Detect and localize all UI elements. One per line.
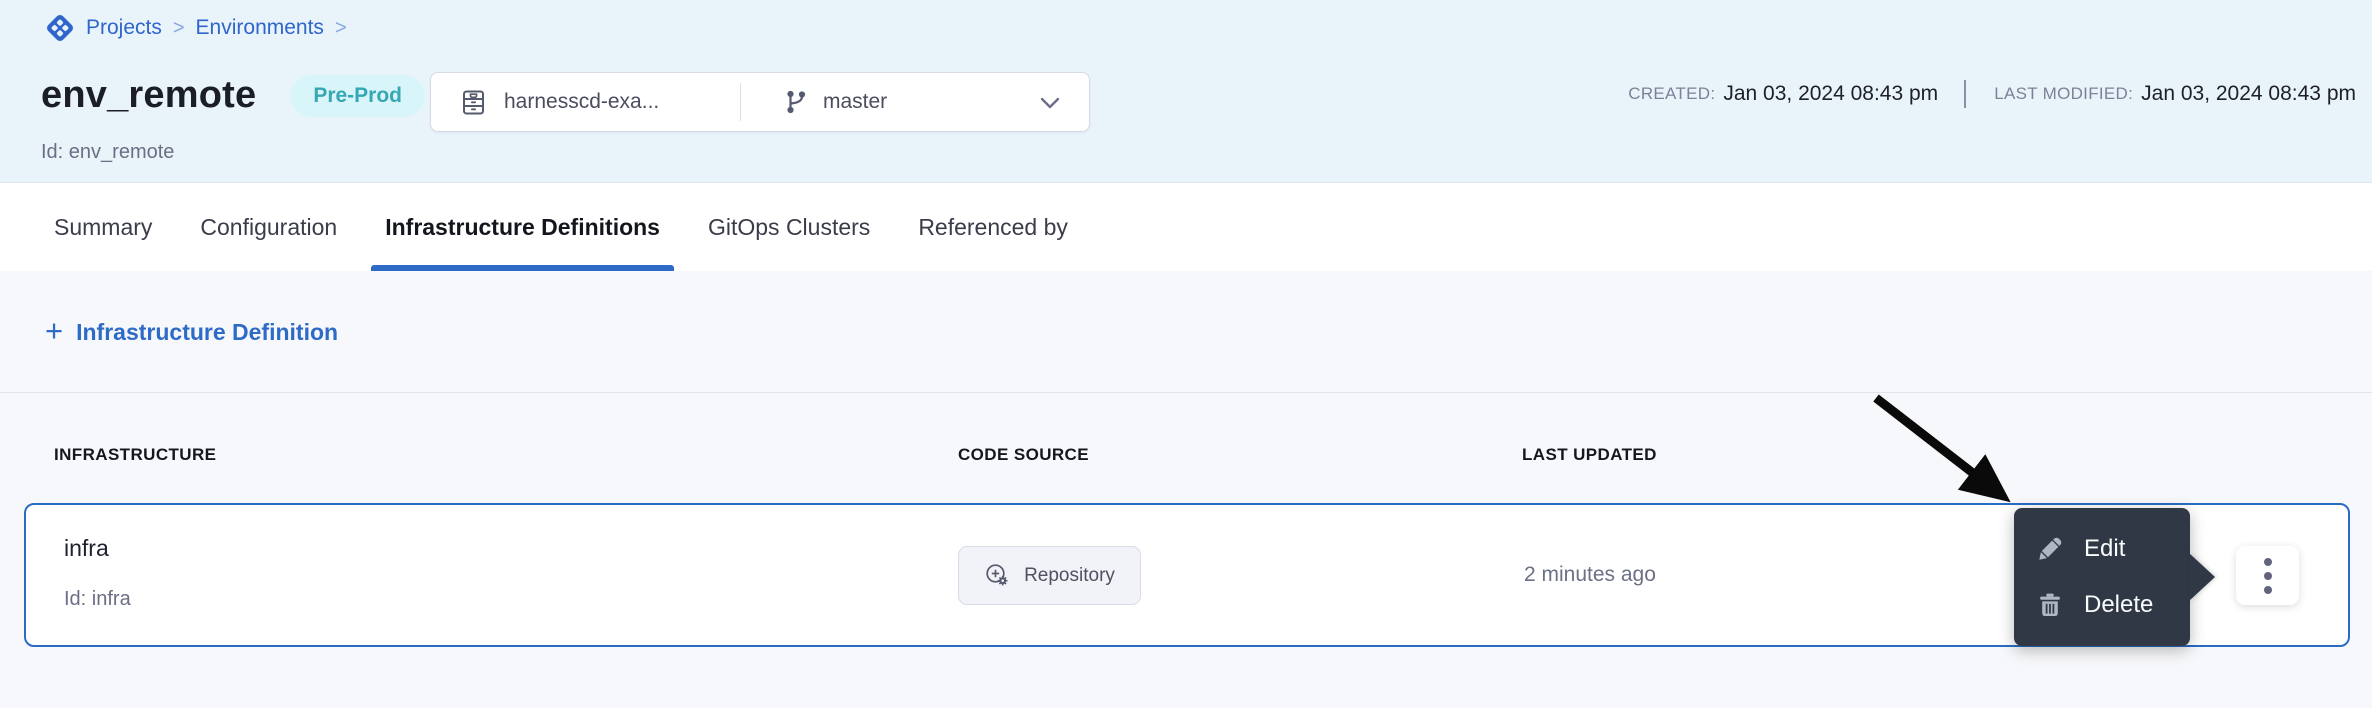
branch-name: master — [823, 90, 887, 114]
projects-icon — [45, 13, 75, 43]
breadcrumb: Projects > Environments > — [45, 13, 347, 43]
menu-item-label: Delete — [2084, 591, 2153, 619]
environment-id: Id: env_remote — [41, 141, 174, 164]
row-context-menu: Edit Delete — [2014, 508, 2190, 646]
tab-content: + Infrastructure Definition INFRASTRUCTU… — [0, 271, 2372, 708]
row-actions-button[interactable] — [2236, 546, 2299, 605]
last-modified-label: LAST MODIFIED: — [1994, 84, 2133, 104]
infrastructure-name: infra — [64, 535, 109, 562]
menu-caret — [2189, 553, 2215, 601]
menu-item-label: Edit — [2084, 535, 2125, 563]
tab-referenced-by[interactable]: Referenced by — [904, 183, 1082, 271]
title-row: env_remote Pre-Prod — [41, 74, 425, 117]
branch-selector[interactable]: master — [741, 89, 887, 115]
section-divider — [0, 392, 2372, 393]
code-source-badge: Repository — [958, 546, 1141, 605]
tab-bar: Summary Configuration Infrastructure Def… — [0, 183, 2372, 271]
last-updated-value: 2 minutes ago — [1524, 563, 1656, 587]
more-options-icon — [2264, 572, 2272, 580]
breadcrumb-environments[interactable]: Environments — [196, 16, 324, 40]
tab-configuration[interactable]: Configuration — [186, 183, 351, 271]
menu-item-edit[interactable]: Edit — [2014, 525, 2190, 573]
chevron-down-icon[interactable] — [1039, 95, 1061, 111]
git-repo-branch-selector[interactable]: harnesscd-exa... master — [430, 72, 1090, 132]
repository-name: harnesscd-exa... — [504, 90, 659, 114]
repository-selector[interactable]: harnesscd-exa... — [431, 73, 740, 131]
breadcrumb-projects[interactable]: Projects — [86, 16, 162, 40]
repository-icon — [460, 89, 487, 116]
breadcrumb-separator: > — [335, 17, 347, 40]
menu-item-delete[interactable]: Delete — [2014, 581, 2190, 629]
breadcrumb-separator: > — [173, 17, 185, 40]
add-infrastructure-definition-button[interactable]: + Infrastructure Definition — [45, 318, 338, 346]
git-branch-icon — [784, 89, 808, 115]
timestamps-meta: CREATED: Jan 03, 2024 08:43 pm LAST MODI… — [1628, 80, 2356, 108]
tab-summary[interactable]: Summary — [40, 183, 166, 271]
page-title: env_remote — [41, 74, 256, 117]
column-header-last-updated: LAST UPDATED — [1522, 445, 1657, 465]
column-header-infrastructure: INFRASTRUCTURE — [54, 445, 216, 465]
more-options-icon — [2264, 586, 2272, 594]
page-header: Projects > Environments > env_remote Pre… — [0, 0, 2372, 183]
pencil-icon — [2036, 535, 2064, 563]
column-header-code-source: CODE SOURCE — [958, 445, 1089, 465]
created-label: CREATED: — [1628, 84, 1715, 104]
last-modified-value: Jan 03, 2024 08:43 pm — [2141, 82, 2356, 106]
more-options-icon — [2264, 558, 2272, 566]
infrastructure-id: Id: infra — [64, 588, 131, 611]
tab-infrastructure-definitions[interactable]: Infrastructure Definitions — [371, 183, 674, 271]
meta-divider — [1964, 80, 1966, 108]
add-button-label: Infrastructure Definition — [76, 319, 338, 346]
table-row[interactable]: infra Id: infra Repository — [24, 503, 2350, 647]
plus-icon: + — [45, 315, 63, 346]
code-source-label: Repository — [1024, 565, 1115, 587]
trash-icon — [2036, 591, 2064, 619]
tab-gitops-clusters[interactable]: GitOps Clusters — [694, 183, 884, 271]
code-source-icon — [984, 562, 1011, 589]
created-value: Jan 03, 2024 08:43 pm — [1723, 82, 1938, 106]
environment-type-badge: Pre-Prod — [290, 75, 425, 117]
environment-details-page: Projects > Environments > env_remote Pre… — [0, 0, 2372, 708]
